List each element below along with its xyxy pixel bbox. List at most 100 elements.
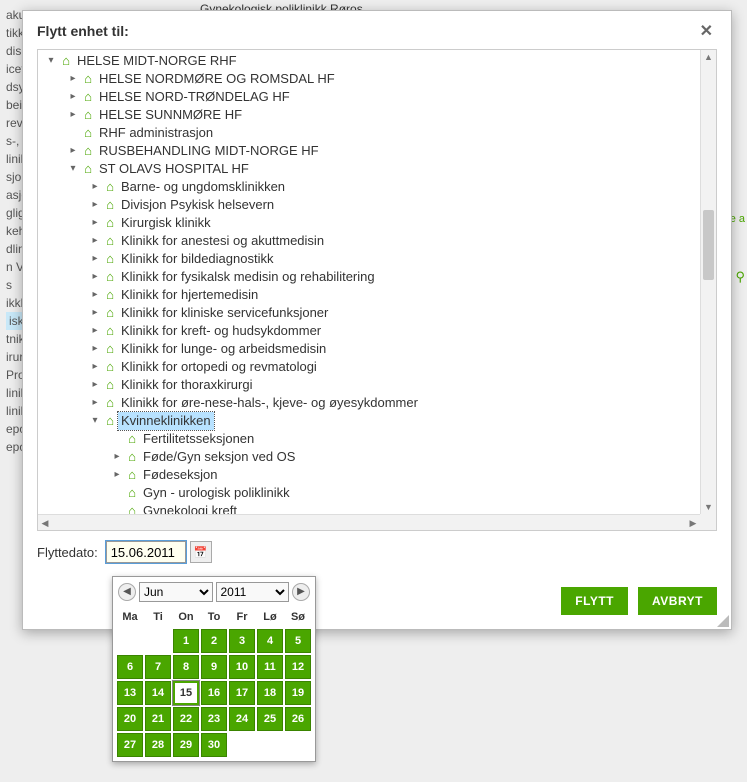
expand-icon[interactable]: ▸: [88, 304, 102, 322]
tree-node-label[interactable]: Kvinneklinikken: [118, 412, 214, 430]
tree-row[interactable]: ▸⌂Klinikk for hjertemedisin: [38, 286, 700, 304]
tree-row[interactable]: ▸⌂Fødeseksjon: [38, 466, 700, 484]
tree-node-label[interactable]: RHF administrasjon: [96, 124, 216, 142]
tree-row[interactable]: ▸⌂HELSE NORD-TRØNDELAG HF: [38, 88, 700, 106]
tree-row[interactable]: ▸⌂Klinikk for bildediagnostikk: [38, 250, 700, 268]
day-cell[interactable]: 29: [173, 733, 199, 757]
month-select[interactable]: Jun: [139, 582, 213, 602]
open-calendar-button[interactable]: 📅: [190, 541, 212, 563]
tree-node-label[interactable]: Klinikk for ortopedi og revmatologi: [118, 358, 320, 376]
tree-node-label[interactable]: ST OLAVS HOSPITAL HF: [96, 160, 252, 178]
tree-row[interactable]: ⌂RHF administrasjon: [38, 124, 700, 142]
tree-row[interactable]: ▸⌂Føde/Gyn seksjon ved OS: [38, 448, 700, 466]
tree-node-label[interactable]: Klinikk for hjertemedisin: [118, 286, 261, 304]
tree-row[interactable]: ▾⌂HELSE MIDT-NORGE RHF: [38, 52, 700, 70]
tree-vertical-scrollbar[interactable]: ▲▼: [700, 50, 716, 514]
tree-node-label[interactable]: Føde/Gyn seksjon ved OS: [140, 448, 298, 466]
tree-node-label[interactable]: Barne- og ungdomsklinikken: [118, 178, 288, 196]
tree-row[interactable]: ▸⌂Klinikk for kreft- og hudsykdommer: [38, 322, 700, 340]
tree-horizontal-scrollbar[interactable]: ◀▶: [38, 514, 700, 530]
expand-icon[interactable]: ▸: [88, 178, 102, 196]
tree-node-label[interactable]: Klinikk for bildediagnostikk: [118, 250, 276, 268]
expand-icon[interactable]: ▸: [110, 448, 124, 466]
tree-node-label[interactable]: Klinikk for lunge- og arbeidsmedisin: [118, 340, 329, 358]
expand-icon[interactable]: ▸: [88, 196, 102, 214]
day-cell[interactable]: 23: [201, 707, 227, 731]
tree-node-label[interactable]: HELSE NORD-TRØNDELAG HF: [96, 88, 293, 106]
resize-grip[interactable]: [715, 613, 729, 627]
move-date-input[interactable]: [106, 541, 186, 563]
tree-row[interactable]: ▸⌂Klinikk for anestesi og akuttmedisin: [38, 232, 700, 250]
tree-row[interactable]: ⌂Gynekologi kreft: [38, 502, 700, 514]
day-cell-selected[interactable]: 15: [173, 681, 199, 705]
day-cell[interactable]: 14: [145, 681, 171, 705]
day-cell[interactable]: 10: [229, 655, 255, 679]
day-cell[interactable]: 2: [201, 629, 227, 653]
tree-node-label[interactable]: Klinikk for fysikalsk medisin og rehabil…: [118, 268, 378, 286]
day-cell[interactable]: 1: [173, 629, 199, 653]
day-cell[interactable]: 3: [229, 629, 255, 653]
tree-node-label[interactable]: Divisjon Psykisk helsevern: [118, 196, 277, 214]
day-cell[interactable]: 7: [145, 655, 171, 679]
expand-icon[interactable]: ▸: [88, 250, 102, 268]
tree-row[interactable]: ▸⌂Klinikk for øre-nese-hals-, kjeve- og …: [38, 394, 700, 412]
tree-node-label[interactable]: HELSE NORDMØRE OG ROMSDAL HF: [96, 70, 338, 88]
tree-node-label[interactable]: Gynekologi kreft: [140, 502, 240, 514]
tree-row[interactable]: ⌂Fertilitetsseksjonen: [38, 430, 700, 448]
expand-icon[interactable]: ▸: [88, 232, 102, 250]
tree-row[interactable]: ▸⌂Klinikk for kliniske servicefunksjoner: [38, 304, 700, 322]
day-cell[interactable]: 12: [285, 655, 311, 679]
expand-icon[interactable]: ▸: [66, 106, 80, 124]
tree-node-label[interactable]: Klinikk for kreft- og hudsykdommer: [118, 322, 324, 340]
tree-row[interactable]: ▸⌂Klinikk for fysikalsk medisin og rehab…: [38, 268, 700, 286]
day-cell[interactable]: 16: [201, 681, 227, 705]
day-cell[interactable]: 26: [285, 707, 311, 731]
tree-row[interactable]: ▾⌂Kvinneklinikken: [38, 412, 700, 430]
tree-row[interactable]: ▸⌂RUSBEHANDLING MIDT-NORGE HF: [38, 142, 700, 160]
expand-icon[interactable]: ▸: [88, 214, 102, 232]
collapse-icon[interactable]: ▾: [44, 52, 58, 70]
tree-row[interactable]: ▸⌂Klinikk for thoraxkirurgi: [38, 376, 700, 394]
day-cell[interactable]: 20: [117, 707, 143, 731]
expand-icon[interactable]: ▸: [66, 142, 80, 160]
tree-node-label[interactable]: RUSBEHANDLING MIDT-NORGE HF: [96, 142, 322, 160]
prev-month-button[interactable]: ◀: [118, 583, 136, 601]
expand-icon[interactable]: ▸: [88, 394, 102, 412]
close-button[interactable]: ✕: [696, 21, 717, 41]
day-cell[interactable]: 13: [117, 681, 143, 705]
tree-node-label[interactable]: HELSE SUNNMØRE HF: [96, 106, 245, 124]
tree-node-label[interactable]: Kirurgisk klinikk: [118, 214, 214, 232]
day-cell[interactable]: 8: [173, 655, 199, 679]
tree-row[interactable]: ▸⌂HELSE NORDMØRE OG ROMSDAL HF: [38, 70, 700, 88]
day-cell[interactable]: 24: [229, 707, 255, 731]
tree-node-label[interactable]: Klinikk for thoraxkirurgi: [118, 376, 256, 394]
tree-node-label[interactable]: Gyn - urologisk poliklinikk: [140, 484, 293, 502]
day-cell[interactable]: 19: [285, 681, 311, 705]
tree-row[interactable]: ▸⌂Divisjon Psykisk helsevern: [38, 196, 700, 214]
expand-icon[interactable]: ▸: [88, 322, 102, 340]
expand-icon[interactable]: ▸: [88, 358, 102, 376]
day-cell[interactable]: 30: [201, 733, 227, 757]
expand-icon[interactable]: ▸: [66, 88, 80, 106]
avbryt-button[interactable]: AVBRYT: [638, 587, 717, 615]
day-cell[interactable]: 28: [145, 733, 171, 757]
tree-row[interactable]: ⌂Gyn - urologisk poliklinikk: [38, 484, 700, 502]
expand-icon[interactable]: ▸: [66, 70, 80, 88]
day-cell[interactable]: 5: [285, 629, 311, 653]
day-cell[interactable]: 4: [257, 629, 283, 653]
expand-icon[interactable]: ▸: [88, 340, 102, 358]
tree-node-label[interactable]: Klinikk for anestesi og akuttmedisin: [118, 232, 327, 250]
tree-node-label[interactable]: Fertilitetsseksjonen: [140, 430, 257, 448]
collapse-icon[interactable]: ▾: [88, 412, 102, 430]
tree-node-label[interactable]: HELSE MIDT-NORGE RHF: [74, 52, 240, 70]
tree-node-label[interactable]: Klinikk for kliniske servicefunksjoner: [118, 304, 331, 322]
day-cell[interactable]: 21: [145, 707, 171, 731]
flytt-button[interactable]: FLYTT: [561, 587, 628, 615]
day-cell[interactable]: 11: [257, 655, 283, 679]
expand-icon[interactable]: ▸: [88, 376, 102, 394]
collapse-icon[interactable]: ▾: [66, 160, 80, 178]
tree-row[interactable]: ▾⌂ST OLAVS HOSPITAL HF: [38, 160, 700, 178]
day-cell[interactable]: 17: [229, 681, 255, 705]
tree-row[interactable]: ▸⌂Barne- og ungdomsklinikken: [38, 178, 700, 196]
year-select[interactable]: 2011: [216, 582, 290, 602]
